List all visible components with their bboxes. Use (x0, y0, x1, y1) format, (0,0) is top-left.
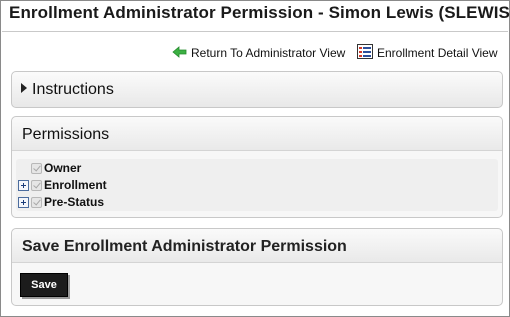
permission-label-pre-status: Pre-Status (44, 195, 105, 209)
instructions-label[interactable]: Instructions (32, 81, 114, 99)
title-divider (2, 31, 508, 32)
permission-label-enrollment: Enrollment (44, 178, 107, 192)
list-view-icon (357, 44, 373, 62)
back-arrow-icon (172, 45, 187, 61)
owner-checkbox[interactable] (31, 162, 42, 174)
permissions-header: Permissions (12, 117, 502, 151)
expand-plus-icon[interactable] (18, 196, 29, 208)
save-button[interactable]: Save (20, 273, 68, 297)
enrollment-detail-view-link[interactable]: Enrollment Detail View (357, 44, 498, 62)
save-section-label: Save Enrollment Administrator Permission (22, 238, 347, 255)
permission-label-owner: Owner (44, 161, 82, 175)
save-panel: Save Enrollment Administrator Permission… (11, 228, 503, 306)
permissions-label: Permissions (22, 126, 110, 143)
return-to-administrator-view-link[interactable]: Return To Administrator View (172, 45, 345, 61)
page-title: Enrollment Administrator Permission - Si… (9, 3, 510, 22)
permissions-panel: Permissions Owner Enrollment Pre-Status (11, 116, 503, 218)
expand-arrow-icon[interactable] (21, 83, 27, 93)
enrollment-checkbox[interactable] (31, 179, 42, 191)
permission-row-pre-status: Pre-Status (18, 194, 104, 210)
detail-link-label[interactable]: Enrollment Detail View (377, 46, 498, 60)
return-link-label[interactable]: Return To Administrator View (191, 46, 345, 60)
instructions-panel[interactable]: Instructions (11, 71, 503, 108)
permission-row-owner: Owner (18, 160, 81, 176)
expand-plus-icon[interactable] (18, 179, 29, 191)
save-header: Save Enrollment Administrator Permission (12, 229, 502, 263)
permission-row-enrollment: Enrollment (18, 177, 107, 193)
permissions-tree: Owner Enrollment Pre-Status (16, 159, 498, 211)
pre-status-checkbox[interactable] (31, 196, 42, 208)
